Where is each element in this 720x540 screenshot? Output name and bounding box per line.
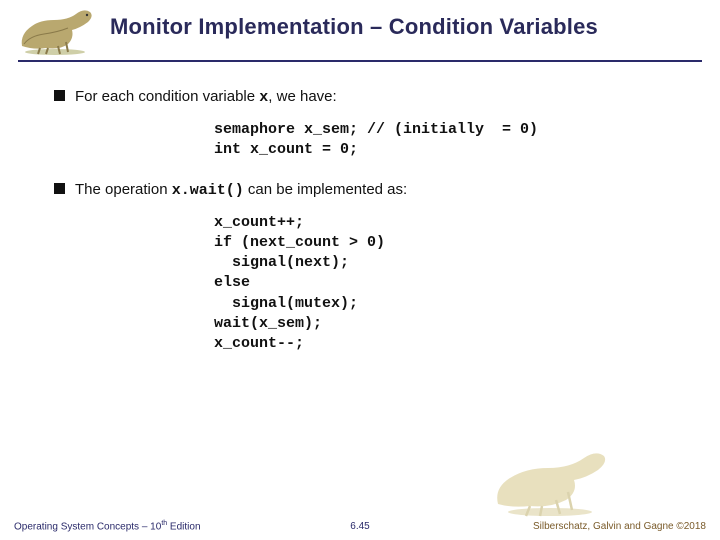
bullet-2-code: x.wait() — [172, 182, 244, 199]
footer-left: Operating System Concepts – 10th Edition — [14, 520, 201, 532]
bullet-1-post: , we have: — [268, 88, 336, 105]
square-bullet-icon — [54, 183, 65, 194]
bullet-1: For each condition variable x, we have: — [54, 86, 690, 108]
bullet-1-var: x — [259, 89, 268, 106]
footer-left-a: Operating System Concepts – 10 — [14, 521, 161, 532]
bullet-2: The operation x.wait() can be implemente… — [54, 179, 690, 201]
bullet-2-post: can be implemented as: — [244, 181, 407, 198]
code-block-1: semaphore x_sem; // (initially = 0) int … — [214, 120, 690, 161]
bullet-2-text: The operation x.wait() can be implemente… — [75, 179, 407, 201]
code-block-2: x_count++; if (next_count > 0) signal(ne… — [214, 213, 690, 355]
title-underline — [18, 60, 702, 62]
footer-right: Silberschatz, Galvin and Gagne ©2018 — [533, 521, 706, 532]
slide-header: Monitor Implementation – Condition Varia… — [0, 0, 720, 70]
bullet-1-text: For each condition variable x, we have: — [75, 86, 337, 108]
bullet-1-pre: For each condition variable — [75, 88, 259, 105]
slide-content: For each condition variable x, we have: … — [54, 86, 690, 372]
dinosaur-logo-icon — [10, 6, 100, 56]
square-bullet-icon — [54, 90, 65, 101]
dinosaur-watermark-icon — [490, 448, 610, 518]
bullet-2-pre: The operation — [75, 181, 172, 198]
footer-left-b: Edition — [167, 521, 200, 532]
footer-center: 6.45 — [350, 521, 369, 532]
slide-title: Monitor Implementation – Condition Varia… — [110, 14, 598, 40]
slide-footer: Operating System Concepts – 10th Edition… — [0, 512, 720, 532]
